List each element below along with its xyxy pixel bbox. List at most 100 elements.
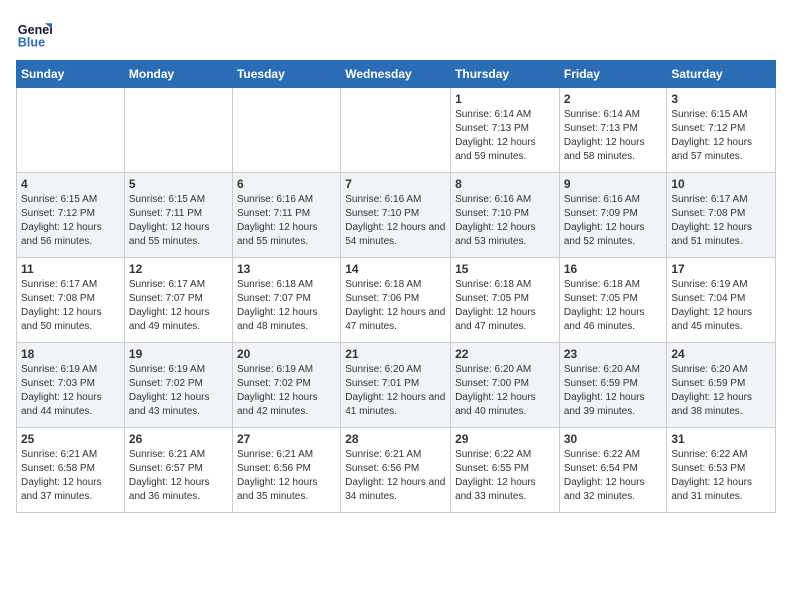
day-number: 25 <box>21 432 120 446</box>
day-number: 27 <box>237 432 336 446</box>
day-number: 21 <box>345 347 446 361</box>
day-info: Sunrise: 6:20 AM Sunset: 6:59 PM Dayligh… <box>564 363 663 419</box>
calendar-week-row: 1 Sunrise: 6:14 AM Sunset: 7:13 PM Daylig… <box>17 88 776 173</box>
day-info: Sunrise: 6:17 AM Sunset: 7:07 PM Dayligh… <box>129 278 228 334</box>
day-info: Sunrise: 6:20 AM Sunset: 6:59 PM Dayligh… <box>671 363 771 419</box>
calendar-week-row: 25 Sunrise: 6:21 AM Sunset: 6:58 PM Dayli… <box>17 428 776 513</box>
calendar-cell: 9 Sunrise: 6:16 AM Sunset: 7:09 PM Daylig… <box>559 173 667 258</box>
calendar-cell: 6 Sunrise: 6:16 AM Sunset: 7:11 PM Daylig… <box>232 173 340 258</box>
calendar-cell: 17 Sunrise: 6:19 AM Sunset: 7:04 PM Dayli… <box>667 258 776 343</box>
calendar-cell <box>17 88 125 173</box>
calendar-cell: 25 Sunrise: 6:21 AM Sunset: 6:58 PM Dayli… <box>17 428 125 513</box>
day-number: 17 <box>671 262 771 276</box>
calendar-cell: 2 Sunrise: 6:14 AM Sunset: 7:13 PM Daylig… <box>559 88 667 173</box>
day-info: Sunrise: 6:20 AM Sunset: 7:01 PM Dayligh… <box>345 363 446 419</box>
day-info: Sunrise: 6:21 AM Sunset: 6:58 PM Dayligh… <box>21 448 120 504</box>
calendar-cell: 30Sunrise: 6:22 AM Sunset: 6:54 PM Dayli… <box>559 428 667 513</box>
day-number: 23 <box>564 347 663 361</box>
day-number: 4 <box>21 177 120 191</box>
calendar-cell <box>232 88 340 173</box>
calendar-cell: 8 Sunrise: 6:16 AM Sunset: 7:10 PM Daylig… <box>451 173 560 258</box>
calendar-cell: 23 Sunrise: 6:20 AM Sunset: 6:59 PM Dayli… <box>559 343 667 428</box>
day-info: Sunrise: 6:17 AM Sunset: 7:08 PM Dayligh… <box>21 278 120 334</box>
day-info: Sunrise: 6:21 AM Sunset: 6:57 PM Dayligh… <box>129 448 228 504</box>
day-number: 14 <box>345 262 446 276</box>
day-info: Sunrise: 6:22 AM Sunset: 6:55 PM Dayligh… <box>455 448 555 504</box>
calendar-cell: 14 Sunrise: 6:18 AM Sunset: 7:06 PM Dayli… <box>341 258 451 343</box>
day-info: Sunrise: 6:15 AM Sunset: 7:12 PM Dayligh… <box>671 108 771 164</box>
header-monday: Monday <box>124 61 232 88</box>
day-info: Sunrise: 6:22 AM Sunset: 6:53 PM Dayligh… <box>671 448 771 504</box>
day-number: 11 <box>21 262 120 276</box>
day-info: Sunrise: 6:16 AM Sunset: 7:10 PM Dayligh… <box>455 193 555 249</box>
day-info: Sunrise: 6:19 AM Sunset: 7:02 PM Dayligh… <box>129 363 228 419</box>
day-number: 1 <box>455 92 555 106</box>
calendar-cell: 31 Sunrise: 6:22 AM Sunset: 6:53 PM Dayli… <box>667 428 776 513</box>
calendar-cell: 4 Sunrise: 6:15 AM Sunset: 7:12 PM Daylig… <box>17 173 125 258</box>
calendar-cell: 11 Sunrise: 6:17 AM Sunset: 7:08 PM Dayli… <box>17 258 125 343</box>
day-number: 16 <box>564 262 663 276</box>
day-number: 6 <box>237 177 336 191</box>
svg-text:Blue: Blue <box>18 36 45 50</box>
day-number: 12 <box>129 262 228 276</box>
calendar-cell: 16 Sunrise: 6:18 AM Sunset: 7:05 PM Dayli… <box>559 258 667 343</box>
logo-icon: General Blue <box>16 16 52 52</box>
day-info: Sunrise: 6:18 AM Sunset: 7:05 PM Dayligh… <box>455 278 555 334</box>
day-info: Sunrise: 6:19 AM Sunset: 7:04 PM Dayligh… <box>671 278 771 334</box>
header-friday: Friday <box>559 61 667 88</box>
header-thursday: Thursday <box>451 61 560 88</box>
day-number: 9 <box>564 177 663 191</box>
day-info: Sunrise: 6:19 AM Sunset: 7:03 PM Dayligh… <box>21 363 120 419</box>
calendar-cell: 29Sunrise: 6:22 AM Sunset: 6:55 PM Dayli… <box>451 428 560 513</box>
calendar-cell: 3Sunrise: 6:15 AM Sunset: 7:12 PM Daylig… <box>667 88 776 173</box>
header-wednesday: Wednesday <box>341 61 451 88</box>
calendar-week-row: 18 Sunrise: 6:19 AM Sunset: 7:03 PM Dayli… <box>17 343 776 428</box>
calendar-cell <box>124 88 232 173</box>
day-info: Sunrise: 6:15 AM Sunset: 7:11 PM Dayligh… <box>129 193 228 249</box>
page-header: General Blue <box>16 16 776 52</box>
calendar-cell <box>341 88 451 173</box>
calendar-week-row: 11 Sunrise: 6:17 AM Sunset: 7:08 PM Dayli… <box>17 258 776 343</box>
calendar-cell: 28 Sunrise: 6:21 AM Sunset: 6:56 PM Dayli… <box>341 428 451 513</box>
day-info: Sunrise: 6:14 AM Sunset: 7:13 PM Dayligh… <box>564 108 663 164</box>
calendar-cell: 18 Sunrise: 6:19 AM Sunset: 7:03 PM Dayli… <box>17 343 125 428</box>
day-info: Sunrise: 6:18 AM Sunset: 7:06 PM Dayligh… <box>345 278 446 334</box>
calendar-cell: 13Sunrise: 6:18 AM Sunset: 7:07 PM Dayli… <box>232 258 340 343</box>
calendar-cell: 10Sunrise: 6:17 AM Sunset: 7:08 PM Dayli… <box>667 173 776 258</box>
day-info: Sunrise: 6:16 AM Sunset: 7:10 PM Dayligh… <box>345 193 446 249</box>
header-sunday: Sunday <box>17 61 125 88</box>
day-info: Sunrise: 6:18 AM Sunset: 7:05 PM Dayligh… <box>564 278 663 334</box>
day-number: 10 <box>671 177 771 191</box>
day-info: Sunrise: 6:16 AM Sunset: 7:11 PM Dayligh… <box>237 193 336 249</box>
calendar-cell: 21 Sunrise: 6:20 AM Sunset: 7:01 PM Dayli… <box>341 343 451 428</box>
calendar-cell: 26 Sunrise: 6:21 AM Sunset: 6:57 PM Dayli… <box>124 428 232 513</box>
header-tuesday: Tuesday <box>232 61 340 88</box>
day-number: 28 <box>345 432 446 446</box>
day-info: Sunrise: 6:15 AM Sunset: 7:12 PM Dayligh… <box>21 193 120 249</box>
calendar-cell: 1 Sunrise: 6:14 AM Sunset: 7:13 PM Daylig… <box>451 88 560 173</box>
day-number: 5 <box>129 177 228 191</box>
day-info: Sunrise: 6:21 AM Sunset: 6:56 PM Dayligh… <box>237 448 336 504</box>
day-info: Sunrise: 6:20 AM Sunset: 7:00 PM Dayligh… <box>455 363 555 419</box>
day-number: 18 <box>21 347 120 361</box>
calendar-cell: 12 Sunrise: 6:17 AM Sunset: 7:07 PM Dayli… <box>124 258 232 343</box>
day-info: Sunrise: 6:14 AM Sunset: 7:13 PM Dayligh… <box>455 108 555 164</box>
day-number: 19 <box>129 347 228 361</box>
calendar-header-row: Sunday Monday Tuesday Wednesday Thursday… <box>17 61 776 88</box>
calendar-cell: 15 Sunrise: 6:18 AM Sunset: 7:05 PM Dayli… <box>451 258 560 343</box>
calendar-cell: 27 Sunrise: 6:21 AM Sunset: 6:56 PM Dayli… <box>232 428 340 513</box>
day-number: 20 <box>237 347 336 361</box>
day-info: Sunrise: 6:19 AM Sunset: 7:02 PM Dayligh… <box>237 363 336 419</box>
day-number: 26 <box>129 432 228 446</box>
day-number: 15 <box>455 262 555 276</box>
day-number: 8 <box>455 177 555 191</box>
day-number: 2 <box>564 92 663 106</box>
logo: General Blue <box>16 16 56 52</box>
day-info: Sunrise: 6:21 AM Sunset: 6:56 PM Dayligh… <box>345 448 446 504</box>
day-info: Sunrise: 6:16 AM Sunset: 7:09 PM Dayligh… <box>564 193 663 249</box>
calendar-cell: 19 Sunrise: 6:19 AM Sunset: 7:02 PM Dayli… <box>124 343 232 428</box>
header-saturday: Saturday <box>667 61 776 88</box>
day-number: 31 <box>671 432 771 446</box>
day-number: 30 <box>564 432 663 446</box>
day-number: 13 <box>237 262 336 276</box>
